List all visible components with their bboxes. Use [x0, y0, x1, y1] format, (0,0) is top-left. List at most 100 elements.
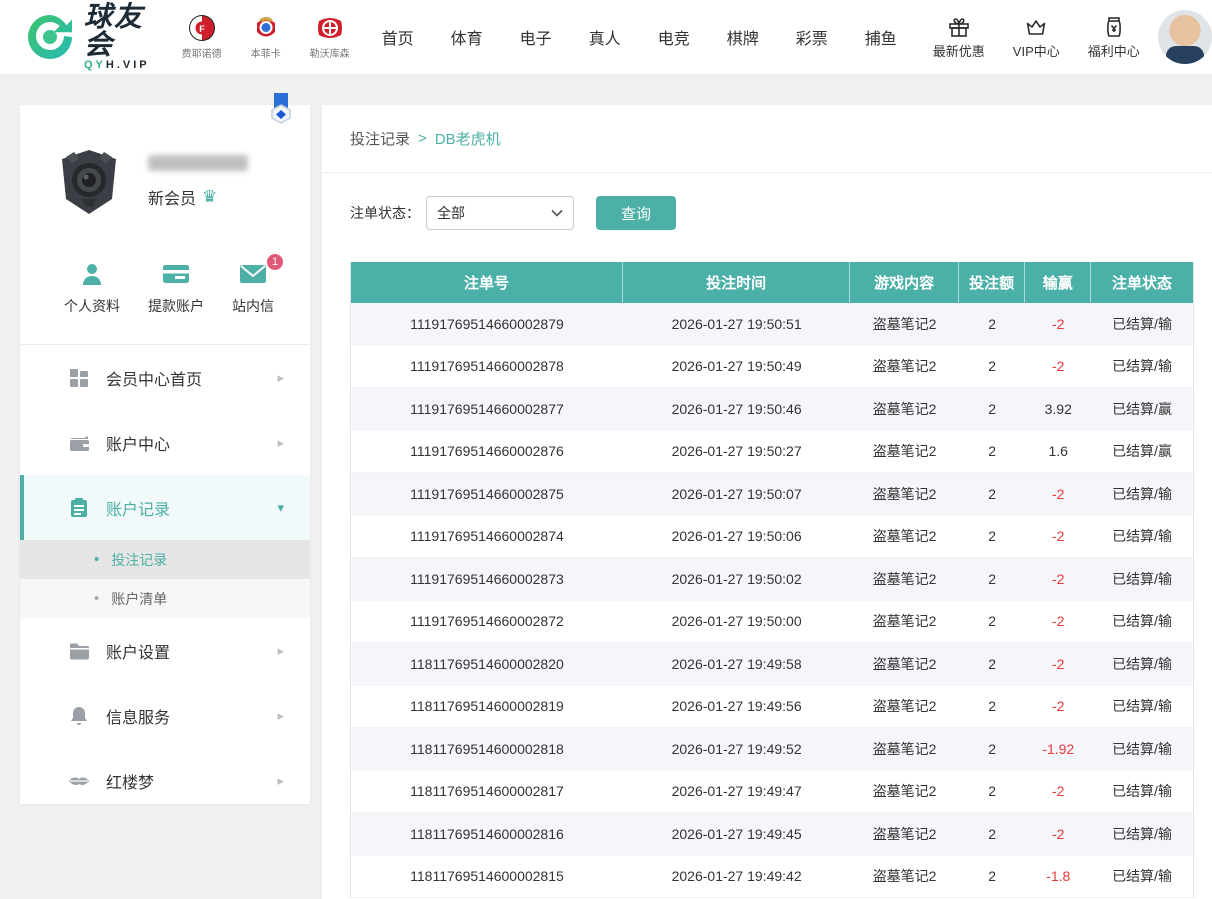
cell-winloss: -2 [1025, 516, 1091, 558]
logo-subtitle: QYH.VIP [84, 59, 150, 71]
nav-item[interactable]: 棋牌 [727, 25, 759, 49]
cell-amount: 2 [959, 813, 1026, 856]
cell-bet-time: 2026-01-27 19:50:27 [623, 431, 850, 473]
query-button[interactable]: 查询 [596, 196, 676, 230]
chevron-right-icon: ▸ [277, 435, 284, 451]
cell-winloss: -2 [1025, 303, 1091, 346]
cell-status: 已结算/输 [1091, 346, 1193, 388]
cell-amount: 2 [959, 728, 1026, 771]
nav-item[interactable]: 体育 [451, 25, 483, 49]
cell-bet-time: 2026-01-27 19:50:02 [623, 558, 850, 601]
logo-mark-icon [24, 11, 76, 63]
cell-bet-id: 11191769514660002877 [351, 388, 623, 431]
cell-bet-id: 11811769514600002820 [351, 643, 623, 686]
breadcrumb-parent[interactable]: 投注记录 [350, 128, 410, 149]
benfica-crest-icon [252, 14, 280, 42]
cell-game: 盗墓笔记2 [850, 558, 959, 601]
table-row: 11191769514660002876 2026-01-27 19:50:27… [351, 431, 1193, 474]
sidebar-item-account-center[interactable]: 账户中心 ▸ [20, 410, 310, 475]
cell-amount: 2 [959, 346, 1026, 388]
cell-bet-id: 11191769514660002876 [351, 431, 623, 473]
sidebar-item-message-service[interactable]: 信息服务 ▸ [20, 683, 310, 748]
cell-winloss: -2 [1025, 558, 1091, 601]
logo-title: 球友会 [84, 3, 150, 59]
user-avatar[interactable] [1158, 10, 1212, 64]
profile-shortcuts: 个人资料 提款账户 1 站内信 [20, 217, 310, 316]
sidebar-item-member-home[interactable]: 会员中心首页 ▸ [20, 345, 310, 410]
nav-item[interactable]: 彩票 [796, 25, 828, 49]
cell-winloss: -2 [1025, 686, 1091, 728]
nav-item[interactable]: 捕鱼 [865, 25, 897, 49]
bet-records-table: 注单号 投注时间 游戏内容 投注额 输赢 注单状态 11191769514660… [350, 262, 1194, 898]
shortcut-profile[interactable]: 个人资料 [64, 261, 120, 316]
main-panel: 投注记录 > DB老虎机 注单状态： 全部 查询 注单号 投注时间 游戏内容 投… [322, 105, 1212, 899]
cell-status: 已结算/输 [1091, 813, 1193, 856]
latest-promos-link[interactable]: 最新优惠 [933, 15, 985, 60]
sidebar-item-account-records[interactable]: 账户记录 ▾ [20, 475, 310, 540]
sidebar-item-account-settings[interactable]: 账户设置 ▸ [20, 618, 310, 683]
vip-center-link[interactable]: VIP中心 [1013, 15, 1060, 60]
cell-status: 已结算/输 [1091, 856, 1193, 898]
table-row: 11191769514660002877 2026-01-27 19:50:46… [351, 388, 1193, 431]
cell-game: 盗墓笔记2 [850, 728, 959, 771]
bullet-icon: • [94, 551, 99, 568]
cell-status: 已结算/输 [1091, 303, 1193, 346]
cell-game: 盗墓笔记2 [850, 431, 959, 473]
bank-card-icon [162, 261, 190, 287]
chevron-right-icon: ▸ [277, 370, 284, 386]
cell-bet-id: 11191769514660002872 [351, 601, 623, 643]
cell-bet-id: 11191769514660002875 [351, 473, 623, 516]
bet-status-select[interactable]: 全部 [426, 196, 574, 230]
cell-bet-id: 11811769514600002815 [351, 856, 623, 898]
cell-bet-time: 2026-01-27 19:50:46 [623, 388, 850, 431]
cell-status: 已结算/赢 [1091, 388, 1193, 431]
chevron-down-icon: ▾ [277, 500, 284, 516]
lips-icon [68, 775, 90, 787]
sidebar-subitem-bet-records[interactable]: • 投注记录 [20, 540, 310, 579]
cell-bet-id: 11191769514660002873 [351, 558, 623, 601]
cell-bet-time: 2026-01-27 19:49:56 [623, 686, 850, 728]
site-logo[interactable]: 球友会 QYH.VIP [24, 3, 150, 71]
shortcut-inbox[interactable]: 1 站内信 [232, 261, 274, 316]
table-row: 11191769514660002873 2026-01-27 19:50:02… [351, 558, 1193, 601]
nav-item[interactable]: 电竞 [658, 25, 690, 49]
cell-game: 盗墓笔记2 [850, 813, 959, 856]
header-quick-links: 最新优惠 VIP中心 福利中心 [933, 15, 1140, 60]
cell-amount: 2 [959, 601, 1026, 643]
cell-status: 已结算/输 [1091, 686, 1193, 728]
welfare-center-link[interactable]: 福利中心 [1088, 15, 1140, 60]
sponsor-logos: F 费耶诺德 本菲卡 勒沃库森 [176, 14, 356, 60]
top-bar: 球友会 QYH.VIP F 费耶诺德 本菲卡 [0, 0, 1212, 75]
table-row: 11191769514660002878 2026-01-27 19:50:49… [351, 346, 1193, 389]
cell-winloss: -2 [1025, 813, 1091, 856]
cell-bet-id: 11811769514600002816 [351, 813, 623, 856]
nav-item[interactable]: 电子 [520, 25, 552, 49]
col-header-status: 注单状态 [1091, 262, 1193, 303]
col-header-winloss: 输赢 [1025, 262, 1091, 303]
cell-winloss: -2 [1025, 473, 1091, 516]
table-row: 11811769514600002820 2026-01-27 19:49:58… [351, 643, 1193, 686]
sidebar-item-hongloumeng[interactable]: 红楼梦 ▸ [20, 748, 310, 813]
folder-icon [68, 642, 90, 660]
cell-amount: 2 [959, 643, 1026, 686]
nav-item[interactable]: 真人 [589, 25, 621, 49]
cell-bet-id: 11811769514600002818 [351, 728, 623, 771]
sidebar-subitem-account-statement[interactable]: • 账户清单 [20, 579, 310, 618]
cell-bet-time: 2026-01-27 19:49:52 [623, 728, 850, 771]
bell-icon [68, 706, 90, 726]
table-row: 11811769514600002818 2026-01-27 19:49:52… [351, 728, 1193, 771]
shield-avatar[interactable] [54, 147, 124, 217]
cell-bet-time: 2026-01-27 19:50:07 [623, 473, 850, 516]
user-block[interactable]: ¥5.39 [1158, 10, 1212, 64]
shortcut-withdraw-account[interactable]: 提款账户 [148, 261, 204, 316]
cell-bet-time: 2026-01-27 19:49:42 [623, 856, 850, 898]
table-row: 11191769514660002879 2026-01-27 19:50:51… [351, 303, 1193, 346]
nav-item[interactable]: 首页 [382, 25, 414, 49]
breadcrumb-separator: > [418, 130, 427, 147]
filter-row: 注单状态： 全部 查询 [350, 196, 1212, 230]
cell-winloss: -2 [1025, 771, 1091, 813]
member-level-label: 新会员 [148, 185, 196, 209]
cell-status: 已结算/输 [1091, 558, 1193, 601]
table-row: 11811769514600002816 2026-01-27 19:49:45… [351, 813, 1193, 856]
cell-winloss: -1.8 [1025, 856, 1091, 898]
